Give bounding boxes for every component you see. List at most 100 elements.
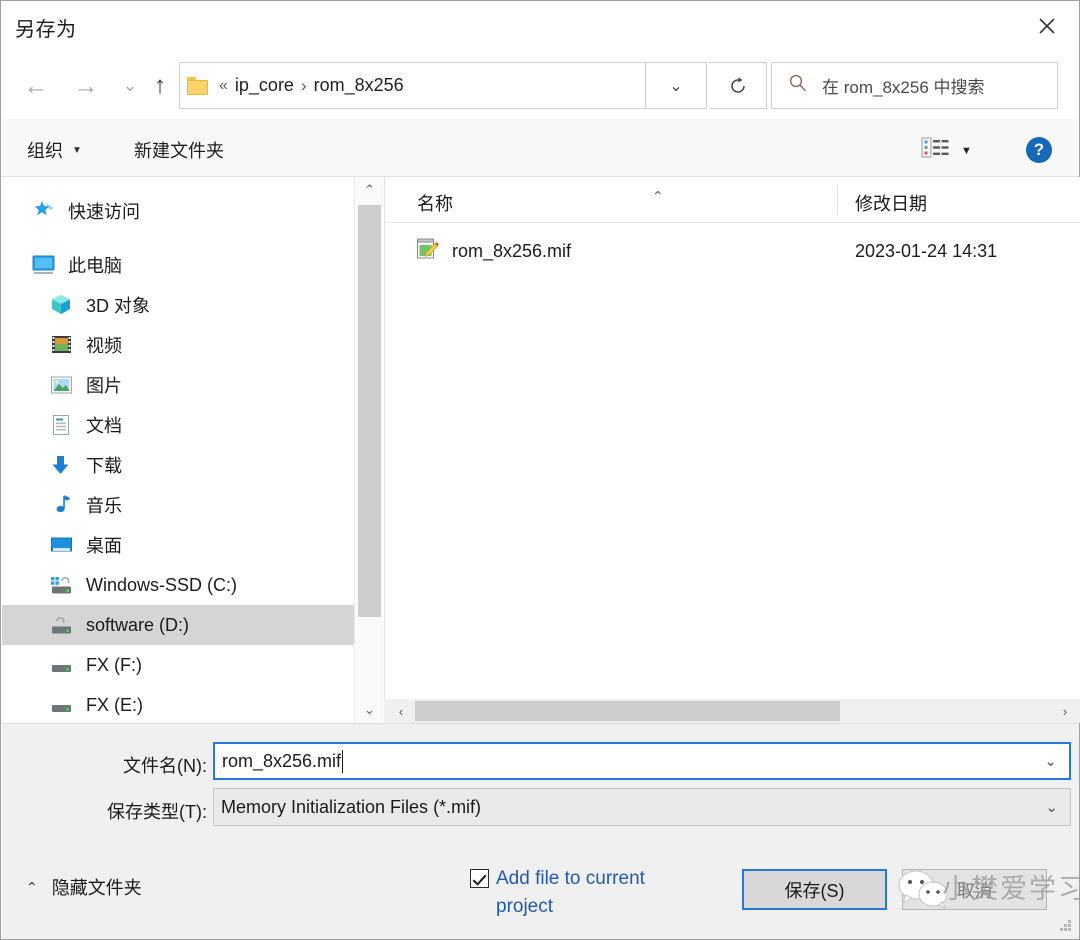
filetype-select[interactable]: Memory Initialization Files (*.mif) ⌄ xyxy=(213,788,1071,826)
chevron-down-icon: ▼ xyxy=(961,145,972,157)
star-pin-icon xyxy=(32,200,56,222)
chevron-down-icon: ⌄ xyxy=(122,76,138,95)
sidebar-item-windows-ssd-c[interactable]: Windows-SSD (C:) xyxy=(2,565,354,605)
search-placeholder: 在 rom_8x256 中搜索 xyxy=(822,78,985,97)
filename-label: 文件名(N): xyxy=(123,756,207,776)
refresh-icon xyxy=(730,76,745,93)
search-box[interactable]: 在 rom_8x256 中搜索 xyxy=(771,62,1058,109)
filename-input[interactable]: rom_8x256.mif ⌄ xyxy=(213,742,1071,780)
sidebar-item-fx-f[interactable]: FX (F:) xyxy=(2,645,354,685)
chevron-left-icon: ‹ xyxy=(398,703,404,719)
hide-folders-toggle[interactable]: ⌃ 隐藏文件夹 xyxy=(26,874,142,900)
sidebar-item-label: 音乐 xyxy=(86,496,122,516)
add-file-to-project-checkbox[interactable]: Add file to current project xyxy=(470,865,670,920)
scroll-down-button[interactable]: ⌄ xyxy=(355,697,384,723)
resize-grip[interactable] xyxy=(1060,920,1072,932)
up-button[interactable]: ↑ xyxy=(141,67,179,105)
scroll-right-button[interactable]: › xyxy=(1054,699,1076,723)
sidebar-item-label: 快速访问 xyxy=(68,202,140,222)
file-name: rom_8x256.mif xyxy=(452,240,572,261)
arrow-up-icon: ↑ xyxy=(154,72,166,99)
sidebar-item-quick-access[interactable]: 快速访问 xyxy=(2,191,354,231)
hide-folders-label: 隐藏文件夹 xyxy=(51,878,142,898)
help-button[interactable]: ? xyxy=(1026,137,1052,163)
new-folder-label: 新建文件夹 xyxy=(134,141,224,161)
breadcrumb-dropdown-button[interactable]: ⌄ xyxy=(646,62,707,109)
close-icon xyxy=(1039,18,1055,34)
sidebar-item-label: 文档 xyxy=(86,416,122,436)
desktop-icon xyxy=(50,534,74,556)
chevron-down-icon: ⌄ xyxy=(669,77,683,95)
sidebar-item-fx-e[interactable]: FX (E:) xyxy=(2,685,354,723)
organize-button[interactable]: 组织 ▼ xyxy=(27,137,82,163)
sidebar-item-label: 下载 xyxy=(86,456,122,476)
sidebar-item-label: FX (E:) xyxy=(86,694,143,715)
sidebar-item-this-pc[interactable]: 此电脑 xyxy=(2,245,354,285)
sidebar-item-music[interactable]: 音乐 xyxy=(2,485,354,525)
computer-icon xyxy=(32,254,56,276)
chevron-down-icon: ▼ xyxy=(72,144,82,156)
sidebar-item-label: Windows-SSD (C:) xyxy=(86,574,238,595)
video-icon xyxy=(50,334,74,356)
system-drive-icon xyxy=(50,574,74,596)
save-button-label: 保存(S) xyxy=(784,880,845,901)
command-toolbar: 组织 ▼ 新建文件夹 ▼ ? xyxy=(1,119,1079,177)
sidebar-item-label: 图片 xyxy=(86,376,122,396)
help-icon: ? xyxy=(1033,140,1045,159)
sidebar-item-label: FX (F:) xyxy=(86,654,142,675)
sidebar-item-3d-objects[interactable]: 3D 对象 xyxy=(2,285,354,325)
back-icon: ← xyxy=(23,71,49,100)
dialog-footer: 文件名(N): rom_8x256.mif ⌄ 保存类型(T): Memory … xyxy=(2,723,1079,939)
file-list-hscrollbar[interactable]: ‹ › xyxy=(384,699,1080,723)
sidebar-item-label: software (D:) xyxy=(86,614,190,635)
breadcrumb-item-0[interactable]: ip_core xyxy=(235,75,294,96)
document-icon xyxy=(50,414,74,436)
cancel-button-label: 取消 xyxy=(956,880,993,901)
breadcrumb-item-1[interactable]: rom_8x256 xyxy=(314,75,404,96)
save-button[interactable]: 保存(S) xyxy=(742,869,887,910)
drive-icon xyxy=(50,614,74,636)
sidebar-item-downloads[interactable]: 下载 xyxy=(2,445,354,485)
column-header-date[interactable]: 修改日期 xyxy=(855,190,927,216)
sidebar-item-desktop[interactable]: 桌面 xyxy=(2,525,354,565)
sidebar-item-documents[interactable]: 文档 xyxy=(2,405,354,445)
sidebar-scrollbar[interactable]: ⌃ ⌄ xyxy=(354,177,383,723)
sidebar-item-software-d[interactable]: software (D:) xyxy=(2,605,354,645)
breadcrumb-overflow-icon[interactable]: « xyxy=(219,77,228,95)
forward-button[interactable]: → xyxy=(67,67,105,105)
new-folder-button[interactable]: 新建文件夹 xyxy=(134,137,224,163)
sidebar-item-label: 3D 对象 xyxy=(86,296,151,316)
sidebar-item-videos[interactable]: 视频 xyxy=(2,325,354,365)
breadcrumb[interactable]: « ip_core › rom_8x256 xyxy=(179,62,646,109)
chevron-down-icon: ⌄ xyxy=(364,702,375,717)
cube-icon xyxy=(50,294,74,316)
scrollbar-thumb[interactable] xyxy=(358,205,381,617)
filename-value: rom_8x256.mif xyxy=(222,750,342,771)
organize-label: 组织 xyxy=(27,141,63,161)
save-as-dialog: 另存为 ← → ⌄ ↑ « ip_core › rom_8x256 ⌄ 在 ro… xyxy=(0,0,1080,940)
view-dropdown-button[interactable]: ▼ xyxy=(961,145,972,157)
table-row[interactable]: rom_8x256.mif 2023-01-24 14:31 xyxy=(385,231,1080,271)
refresh-button[interactable] xyxy=(709,62,767,109)
dialog-title: 另存为 xyxy=(15,19,77,41)
view-layout-button[interactable] xyxy=(921,136,949,160)
cancel-button[interactable]: 取消 xyxy=(902,869,1047,910)
column-header-name[interactable]: 名称 ⌃ xyxy=(417,188,664,216)
close-button[interactable] xyxy=(1015,1,1079,51)
chevron-down-icon[interactable]: ⌄ xyxy=(1045,798,1058,816)
chevron-right-icon: › xyxy=(1062,703,1068,719)
hscrollbar-thumb[interactable] xyxy=(415,701,840,721)
scroll-up-button[interactable]: ⌃ xyxy=(355,177,384,203)
chevron-down-icon[interactable]: ⌄ xyxy=(1044,752,1057,770)
navigation-pane: 快速访问 此电脑 3D 对象 视频 图片 文档 下载 音乐 桌面 Windows… xyxy=(2,177,354,723)
scroll-left-button[interactable]: ‹ xyxy=(390,699,412,723)
picture-icon xyxy=(50,374,74,396)
sidebar-item-label: 此电脑 xyxy=(68,256,122,276)
sidebar-item-pictures[interactable]: 图片 xyxy=(2,365,354,405)
drive-icon xyxy=(50,654,74,676)
breadcrumb-separator-icon: › xyxy=(300,75,307,95)
column-divider[interactable] xyxy=(837,185,838,215)
checkbox-checked-icon xyxy=(470,869,489,888)
back-button[interactable]: ← xyxy=(17,67,55,105)
drive-icon xyxy=(50,694,74,716)
